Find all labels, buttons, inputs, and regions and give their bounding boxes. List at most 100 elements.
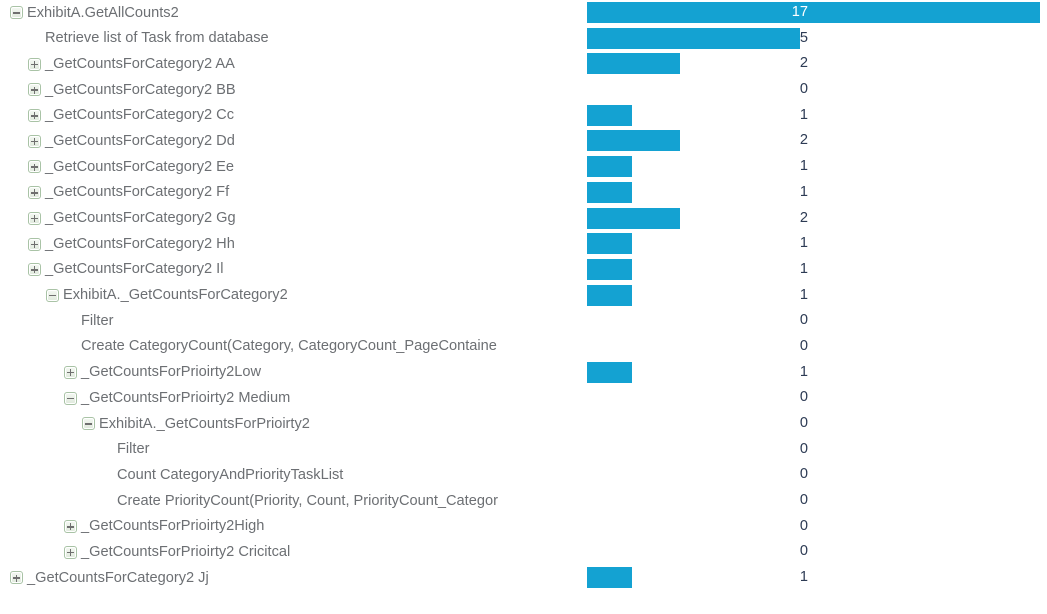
tree-row-label-area: _GetCountsForCategory2 AA	[0, 51, 594, 77]
tree-row-label-area: _GetCountsForPrioirty2High	[0, 514, 630, 540]
duration-bar	[587, 181, 632, 203]
duration-value: 1	[799, 569, 808, 586]
tree-row[interactable]: _GetCountsForCategory2 Ff 1	[0, 180, 1047, 206]
duration-bar	[587, 567, 632, 589]
tree-row-label-area: Filter	[0, 308, 630, 334]
expand-icon[interactable]	[28, 109, 41, 123]
tree-row-label: Count CategoryAndPriorityTaskList	[117, 466, 344, 483]
expand-icon[interactable]	[28, 57, 41, 71]
tree-row[interactable]: Filter 0	[0, 308, 1047, 334]
tree-row[interactable]: _GetCountsForPrioirty2High 0	[0, 514, 1047, 540]
collapse-icon[interactable]	[64, 391, 77, 405]
tree-row[interactable]: _GetCountsForCategory2 Dd 2	[0, 128, 1047, 154]
duration-value: 17	[791, 4, 808, 20]
duration-bar	[587, 104, 632, 126]
tree-row-label-area: Retrieve list of Task from database	[0, 26, 594, 52]
tree-row[interactable]: Filter 0	[0, 437, 1047, 463]
duration-bar	[587, 233, 632, 255]
tree-row-label: _GetCountsForCategory2 Ee	[45, 158, 235, 175]
call-tree-list: ExhibitA.GetAllCounts2 17 Retrieve list of…	[0, 0, 1047, 591]
tree-row-label: Create CategoryCount(Category, CategoryC…	[81, 338, 497, 355]
collapse-icon[interactable]	[46, 288, 59, 302]
duration-value: 0	[799, 440, 808, 457]
duration-value: 0	[799, 492, 808, 509]
tree-row-label-area: _GetCountsForPrioirty2 Medium	[0, 385, 630, 411]
tree-row[interactable]: _GetCountsForCategory2 Cc 1	[0, 103, 1047, 129]
tree-row-label-area: Create CategoryCount(Category, CategoryC…	[0, 334, 630, 360]
collapse-icon[interactable]	[82, 417, 95, 431]
duration-bar	[587, 284, 632, 306]
tree-row-label: _GetCountsForPrioirty2 Medium	[81, 389, 291, 406]
duration-value: 1	[799, 183, 808, 200]
duration-value: 1	[799, 235, 808, 252]
tree-row-label-area: _GetCountsForCategory2 Ff	[0, 180, 594, 206]
duration-value: 1	[799, 286, 808, 303]
tree-row-label: _GetCountsForCategory2 AA	[45, 55, 235, 72]
tree-row-label: _GetCountsForPrioirty2Low	[81, 364, 262, 381]
expand-icon[interactable]	[64, 545, 77, 559]
tree-row[interactable]: Create CategoryCount(Category, CategoryC…	[0, 334, 1047, 360]
expand-icon[interactable]	[28, 237, 41, 251]
duration-bar	[587, 130, 680, 152]
tree-row[interactable]: Create PriorityCount(Priority, Count, Pr…	[0, 488, 1047, 514]
tree-row-label: ExhibitA._GetCountsForPrioirty2	[99, 415, 310, 432]
tree-row[interactable]: _GetCountsForCategory2 AA 2	[0, 51, 1047, 77]
duration-value: 0	[799, 312, 808, 329]
expand-icon[interactable]	[28, 263, 41, 277]
tree-row-label-area: _GetCountsForCategory2 Il	[0, 257, 594, 283]
tree-row-label: Create PriorityCount(Priority, Count, Pr…	[117, 492, 498, 509]
expand-icon[interactable]	[10, 571, 23, 585]
tree-row[interactable]: _GetCountsForPrioirty2Low 1	[0, 360, 1047, 386]
tree-row[interactable]: ExhibitA.GetAllCounts2 17	[0, 0, 1047, 26]
tree-row-label: _GetCountsForCategory2 Dd	[45, 132, 235, 149]
expand-icon[interactable]	[64, 520, 77, 534]
tree-row-label-area: Filter	[0, 437, 666, 463]
tree-row-label: _GetCountsForPrioirty2High	[81, 518, 265, 535]
duration-value: 1	[799, 260, 808, 277]
duration-value: 0	[799, 543, 808, 560]
duration-bar	[587, 258, 632, 280]
duration-bar	[587, 207, 680, 229]
duration-bar	[587, 156, 632, 178]
duration-value: 1	[799, 158, 808, 175]
call-tree-profiler-panel: ExhibitA.GetAllCounts2 17 Retrieve list of…	[0, 0, 1047, 614]
tree-row-label: _GetCountsForCategory2 Hh	[45, 235, 235, 252]
duration-value: 0	[799, 337, 808, 354]
tree-row[interactable]: _GetCountsForCategory2 Gg 2	[0, 206, 1047, 232]
duration-bar	[587, 361, 632, 383]
tree-row[interactable]: _GetCountsForCategory2 Jj 1	[0, 565, 1047, 591]
expand-icon[interactable]	[28, 211, 41, 225]
tree-row-label-area: Create PriorityCount(Priority, Count, Pr…	[0, 488, 666, 514]
expand-icon[interactable]	[28, 83, 41, 97]
tree-row[interactable]: _GetCountsForPrioirty2 Medium 0	[0, 385, 1047, 411]
collapse-icon[interactable]	[10, 6, 23, 20]
tree-row[interactable]: _GetCountsForCategory2 Il 1	[0, 257, 1047, 283]
tree-row[interactable]: _GetCountsForCategory2 BB 0	[0, 77, 1047, 103]
tree-row-label-area: _GetCountsForCategory2 Dd	[0, 128, 594, 154]
expand-icon[interactable]	[64, 365, 77, 379]
tree-row-label: _GetCountsForCategory2 Ff	[45, 184, 230, 201]
expand-icon[interactable]	[28, 134, 41, 148]
tree-row[interactable]: Count CategoryAndPriorityTaskList 0	[0, 462, 1047, 488]
tree-row-label: Filter	[117, 441, 150, 458]
tree-row-label: ExhibitA._GetCountsForCategory2	[63, 287, 288, 304]
duration-bar	[587, 2, 1040, 23]
tree-row[interactable]: Retrieve list of Task from database 5	[0, 26, 1047, 52]
tree-row-label-area: Count CategoryAndPriorityTaskList	[0, 462, 666, 488]
tree-row[interactable]: _GetCountsForCategory2 Ee 1	[0, 154, 1047, 180]
duration-value: 2	[799, 209, 808, 226]
duration-value: 2	[799, 132, 808, 149]
tree-row[interactable]: ExhibitA._GetCountsForCategory2 1	[0, 283, 1047, 309]
tree-row-label-area: _GetCountsForCategory2 Jj	[0, 565, 576, 591]
tree-row-label-area: _GetCountsForCategory2 Gg	[0, 206, 594, 232]
expand-icon[interactable]	[28, 186, 41, 200]
tree-row[interactable]: _GetCountsForCategory2 Hh 1	[0, 231, 1047, 257]
tree-row-label: Retrieve list of Task from database	[45, 30, 269, 47]
expand-icon[interactable]	[28, 160, 41, 174]
tree-row[interactable]: ExhibitA._GetCountsForPrioirty2 0	[0, 411, 1047, 437]
tree-row-label-area: _GetCountsForCategory2 Ee	[0, 154, 594, 180]
tree-row-label: _GetCountsForCategory2 Il	[45, 261, 224, 278]
tree-row[interactable]: _GetCountsForPrioirty2 Cricitcal 0	[0, 539, 1047, 565]
duration-value: 2	[799, 55, 808, 72]
tree-row-label-area: ExhibitA._GetCountsForCategory2	[0, 283, 612, 309]
